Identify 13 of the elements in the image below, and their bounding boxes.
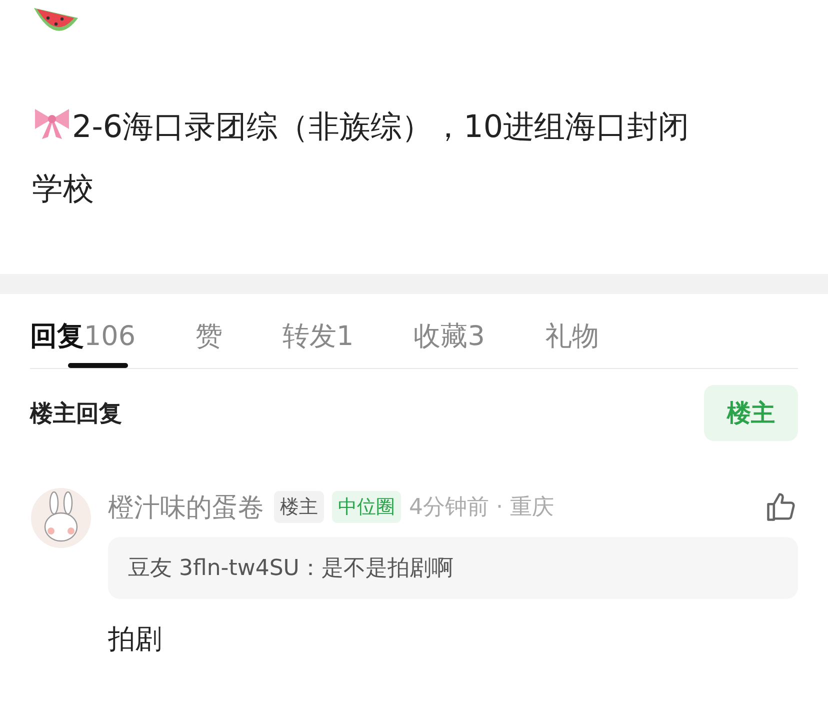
quoted-comment: 豆友 3fln-tw4SU：是不是拍剧啊 [108, 537, 798, 599]
owner-filter-button[interactable]: 楼主 [704, 385, 798, 441]
post-text: 学校 [32, 170, 95, 209]
comment-time: 4分钟前 · 重庆 [409, 494, 554, 522]
user-tag: 中位圈 [332, 491, 401, 523]
post-text: 2-6海口录团综（非族综），10进组海口封闭 [32, 96, 796, 158]
comment-text: 拍剧 [108, 623, 163, 657]
section-title: 楼主回复 [30, 400, 122, 428]
avatar-icon [30, 487, 92, 549]
user-tag: 楼主 [274, 491, 324, 523]
tab[interactable]: 回复106 [30, 318, 136, 368]
author-name[interactable]: 橙汁味的蛋卷 [108, 490, 264, 524]
thumbs-up-icon[interactable] [764, 490, 798, 524]
